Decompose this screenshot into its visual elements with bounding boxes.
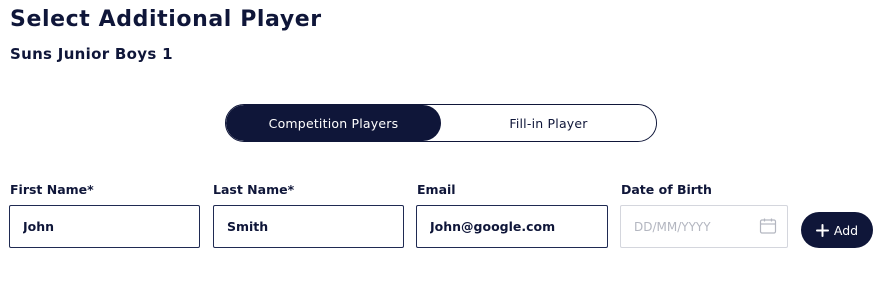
- last-name-label: Last Name*: [213, 182, 295, 197]
- select-additional-player-page: Select Additional Player Suns Junior Boy…: [0, 0, 891, 287]
- toggle-competition-players[interactable]: Competition Players: [226, 105, 441, 141]
- add-button-label: Add: [833, 222, 859, 238]
- email-label: Email: [417, 182, 456, 197]
- date-of-birth-input[interactable]: [621, 206, 751, 247]
- email-input[interactable]: [416, 205, 608, 248]
- calendar-icon[interactable]: [759, 217, 777, 235]
- plus-icon: [815, 223, 829, 237]
- first-name-input[interactable]: [9, 205, 200, 248]
- date-of-birth-label: Date of Birth: [621, 182, 712, 197]
- toggle-fill-in-player[interactable]: Fill-in Player: [441, 105, 656, 141]
- last-name-input[interactable]: [213, 205, 404, 248]
- player-type-toggle: Competition Players Fill-in Player: [225, 104, 657, 142]
- page-title: Select Additional Player: [10, 7, 322, 32]
- team-name: Suns Junior Boys 1: [10, 45, 173, 63]
- first-name-label: First Name*: [10, 182, 94, 197]
- date-of-birth-field: [620, 205, 788, 248]
- add-button[interactable]: Add: [801, 212, 873, 248]
